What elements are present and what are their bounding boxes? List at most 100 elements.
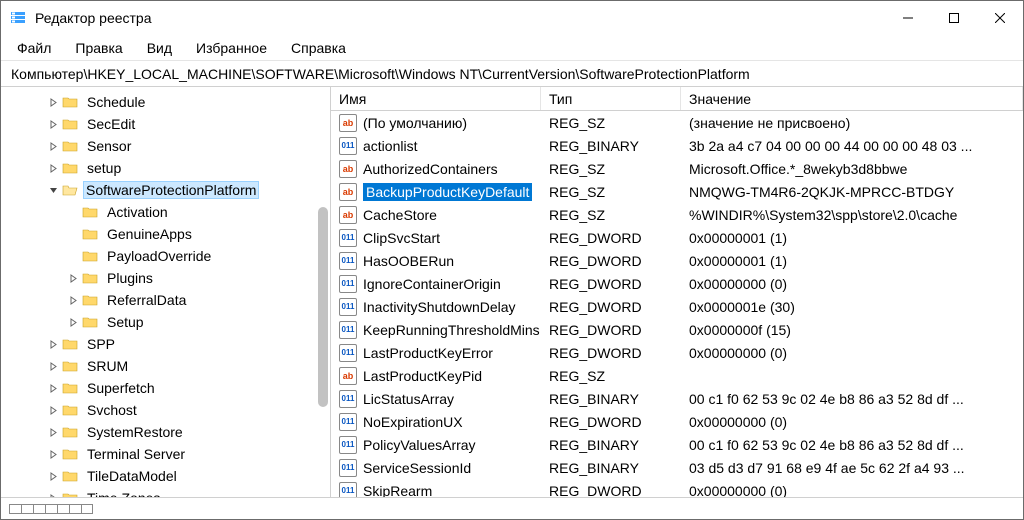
list-row[interactable]: 011InactivityShutdownDelayREG_DWORD0x000…	[331, 295, 1023, 318]
tree-item-label: Time Zones	[83, 489, 164, 497]
tree-item[interactable]: PayloadOverride	[5, 245, 330, 267]
tree-item[interactable]: SystemRestore	[5, 421, 330, 443]
chevron-down-icon[interactable]	[45, 186, 61, 195]
folder-icon	[81, 204, 99, 220]
chevron-right-icon[interactable]	[45, 362, 61, 371]
tree-scrollbar-thumb[interactable]	[318, 207, 328, 407]
folder-icon	[61, 446, 79, 462]
value-name: BackupProductKeyDefault	[363, 183, 532, 201]
tree-item[interactable]: SPP	[5, 333, 330, 355]
value-name: HasOOBERun	[363, 253, 454, 269]
tree-item[interactable]: Activation	[5, 201, 330, 223]
chevron-right-icon[interactable]	[45, 406, 61, 415]
tree-item[interactable]: SoftwareProtectionPlatform	[5, 179, 330, 201]
address-path: Компьютер\HKEY_LOCAL_MACHINE\SOFTWARE\Mi…	[11, 66, 750, 82]
column-header-name[interactable]: Имя	[331, 87, 541, 110]
menu-favorites[interactable]: Избранное	[184, 37, 279, 59]
tree-item[interactable]: TileDataModel	[5, 465, 330, 487]
value-data: Microsoft.Office.*_8wekyb3d8bbwe	[681, 161, 1023, 177]
string-value-icon: ab	[339, 367, 357, 385]
value-type: REG_DWORD	[541, 322, 681, 338]
tree-item[interactable]: Superfetch	[5, 377, 330, 399]
app-icon	[9, 9, 27, 27]
tree-item[interactable]: Svchost	[5, 399, 330, 421]
tree-item[interactable]: GenuineApps	[5, 223, 330, 245]
list-row[interactable]: abLastProductKeyPidREG_SZ	[331, 364, 1023, 387]
registry-tree: Schedule SecEditSensorsetupSoftwareProtec…	[5, 91, 330, 497]
list-row[interactable]: 011LicStatusArrayREG_BINARY00 c1 f0 62 5…	[331, 387, 1023, 410]
list-row[interactable]: 011NoExpirationUXREG_DWORD0x00000000 (0)	[331, 410, 1023, 433]
menu-help[interactable]: Справка	[279, 37, 358, 59]
close-button[interactable]	[977, 2, 1023, 34]
list-row[interactable]: ab(По умолчанию)REG_SZ(значение не присв…	[331, 111, 1023, 134]
chevron-right-icon[interactable]	[45, 98, 61, 107]
tree-item-label: SRUM	[83, 357, 132, 375]
list-row[interactable]: 011LastProductKeyErrorREG_DWORD0x0000000…	[331, 341, 1023, 364]
tree-item-label: Schedule	[83, 93, 149, 111]
column-header-type[interactable]: Тип	[541, 87, 681, 110]
chevron-right-icon[interactable]	[65, 274, 81, 283]
string-value-icon: ab	[339, 183, 357, 201]
value-data: 03 d5 d3 d7 91 68 e9 4f ae 5c 62 2f a4 9…	[681, 460, 1023, 476]
tree-item[interactable]: Terminal Server	[5, 443, 330, 465]
column-header-value[interactable]: Значение	[681, 87, 1023, 110]
list-row[interactable]: abBackupProductKeyDefaultREG_SZNMQWG-TM4…	[331, 180, 1023, 203]
tree-item[interactable]: Plugins	[5, 267, 330, 289]
value-name: (По умолчанию)	[363, 115, 467, 131]
menubar: Файл Правка Вид Избранное Справка	[1, 35, 1023, 61]
tree-item[interactable]: setup	[5, 157, 330, 179]
list-row[interactable]: abCacheStoreREG_SZ%WINDIR%\System32\spp\…	[331, 203, 1023, 226]
chevron-right-icon[interactable]	[45, 340, 61, 349]
menu-view[interactable]: Вид	[135, 37, 184, 59]
chevron-right-icon[interactable]	[45, 164, 61, 173]
tree-item[interactable]: ReferralData	[5, 289, 330, 311]
chevron-right-icon[interactable]	[45, 428, 61, 437]
binary-value-icon: 011	[339, 298, 357, 316]
tree-item[interactable]: SecEdit	[5, 113, 330, 135]
folder-icon	[61, 468, 79, 484]
list-row[interactable]: abAuthorizedContainersREG_SZMicrosoft.Of…	[331, 157, 1023, 180]
chevron-right-icon[interactable]	[45, 142, 61, 151]
list-row[interactable]: 011actionlistREG_BINARY3b 2a a4 c7 04 00…	[331, 134, 1023, 157]
chevron-right-icon[interactable]	[45, 494, 61, 498]
chevron-right-icon[interactable]	[65, 318, 81, 327]
list-pane: Имя Тип Значение ab(По умолчанию)REG_SZ(…	[331, 87, 1023, 497]
tree-pane[interactable]: Schedule SecEditSensorsetupSoftwareProtec…	[1, 87, 331, 497]
list-row[interactable]: 011ServiceSessionIdREG_BINARY03 d5 d3 d7…	[331, 456, 1023, 479]
tree-item[interactable]: Schedule	[5, 91, 330, 113]
tree-item-label: TileDataModel	[83, 467, 181, 485]
chevron-right-icon[interactable]	[45, 450, 61, 459]
tree-item[interactable]: Sensor	[5, 135, 330, 157]
menu-file[interactable]: Файл	[5, 37, 63, 59]
chevron-right-icon[interactable]	[65, 296, 81, 305]
value-list[interactable]: ab(По умолчанию)REG_SZ(значение не присв…	[331, 111, 1023, 497]
list-row[interactable]: 011SkipRearmREG_DWORD0x00000000 (0)	[331, 479, 1023, 497]
maximize-button[interactable]	[931, 2, 977, 34]
chevron-right-icon[interactable]	[45, 384, 61, 393]
tree-item-label: Activation	[103, 203, 172, 221]
tree-item[interactable]: SRUM	[5, 355, 330, 377]
minimize-button[interactable]	[885, 2, 931, 34]
folder-icon	[61, 490, 79, 497]
folder-icon	[61, 380, 79, 396]
tree-item[interactable]: Setup	[5, 311, 330, 333]
list-row[interactable]: 011IgnoreContainerOriginREG_DWORD0x00000…	[331, 272, 1023, 295]
list-row[interactable]: 011HasOOBERunREG_DWORD0x00000001 (1)	[331, 249, 1023, 272]
tree-item-label: Superfetch	[83, 379, 159, 397]
folder-icon	[81, 292, 99, 308]
folder-icon	[61, 358, 79, 374]
value-type: REG_DWORD	[541, 299, 681, 315]
address-bar[interactable]: Компьютер\HKEY_LOCAL_MACHINE\SOFTWARE\Mi…	[1, 61, 1023, 87]
binary-value-icon: 011	[339, 390, 357, 408]
tree-item[interactable]: Time Zones	[5, 487, 330, 497]
binary-value-icon: 011	[339, 229, 357, 247]
list-row[interactable]: 011KeepRunningThresholdMinsREG_DWORD0x00…	[331, 318, 1023, 341]
chevron-right-icon[interactable]	[45, 120, 61, 129]
value-data: 0x00000001 (1)	[681, 230, 1023, 246]
titlebar[interactable]: Редактор реестра	[1, 1, 1023, 35]
list-row[interactable]: 011ClipSvcStartREG_DWORD0x00000001 (1)	[331, 226, 1023, 249]
menu-edit[interactable]: Правка	[63, 37, 134, 59]
list-row[interactable]: 011PolicyValuesArrayREG_BINARY00 c1 f0 6…	[331, 433, 1023, 456]
content-area: Schedule SecEditSensorsetupSoftwareProtec…	[1, 87, 1023, 497]
chevron-right-icon[interactable]	[45, 472, 61, 481]
